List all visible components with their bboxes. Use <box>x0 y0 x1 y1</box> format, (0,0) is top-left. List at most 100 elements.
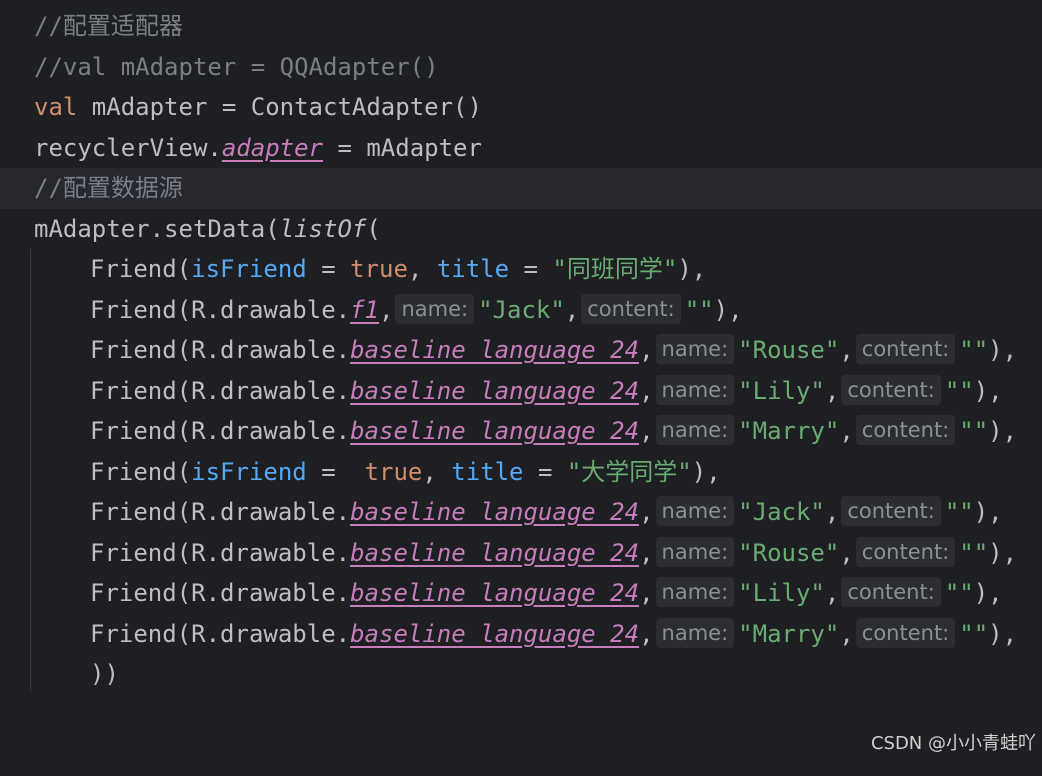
param-hint-content: content: <box>841 374 941 405</box>
separator: , <box>824 498 840 526</box>
constructor: Friend(R.drawable. <box>90 417 351 445</box>
string-literal: "Marry" <box>738 417 840 445</box>
closing-parens: )) <box>90 660 119 688</box>
drawable-resource[interactable]: f1 <box>350 296 379 324</box>
code-line[interactable]: Friend(R.drawable.baseline_language_24, n… <box>0 411 1042 452</box>
constructor: Friend( <box>90 457 192 486</box>
constructor: Friend(R.drawable. <box>90 498 351 526</box>
separator: , <box>639 336 654 364</box>
param-hint-name: name: <box>655 374 735 405</box>
code-text: Friend(R.drawable.baseline_language_24, n… <box>90 411 1017 452</box>
comment: //配置适配器 <box>34 12 183 40</box>
param-hint-content: content: <box>855 415 956 445</box>
code-text: Friend(isFriend = true, title = "同班同学"), <box>90 249 706 290</box>
keyword: val <box>34 93 78 121</box>
separator: , <box>639 619 654 648</box>
drawable-resource[interactable]: baseline_language_24 <box>350 377 639 405</box>
param-hint-name: name: <box>655 617 735 648</box>
constructor: Friend( <box>90 255 192 283</box>
drawable-resource[interactable]: baseline_language_24 <box>350 620 639 648</box>
code-text: Friend(R.drawable.baseline_language_24, n… <box>90 573 1003 614</box>
code-line[interactable]: Friend(R.drawable.baseline_language_24, n… <box>0 492 1042 533</box>
separator: , <box>564 295 580 324</box>
separator: , <box>639 538 654 567</box>
param-hint-content: content: <box>855 536 956 567</box>
code-text: recyclerView.adapter = mAdapter <box>34 128 482 169</box>
constructor: Friend(R.drawable. <box>90 336 351 364</box>
comment: //val mAdapter = QQAdapter() <box>34 53 439 81</box>
drawable-resource[interactable]: baseline_language_24 <box>350 498 639 526</box>
string-literal: "Jack" <box>478 295 565 324</box>
constructor: Friend(R.drawable. <box>90 376 351 405</box>
string-literal: "Rouse" <box>738 336 840 364</box>
string-literal: "" <box>684 295 714 324</box>
code-text: Friend(R.drawable.baseline_language_24, n… <box>90 614 1017 655</box>
string-literal: "" <box>959 538 989 567</box>
receiver: recyclerView. <box>34 134 222 162</box>
code-line[interactable]: Friend(isFriend = true, title = "同班同学"), <box>0 249 1042 290</box>
code-line[interactable]: Friend(R.drawable.baseline_language_24, n… <box>0 614 1042 655</box>
param-hint-content: content: <box>841 496 941 526</box>
code-line[interactable]: //配置适配器 <box>0 6 1042 47</box>
separator: , <box>839 417 854 445</box>
watermark: CSDN @小小青蛙吖 <box>870 733 1036 754</box>
code-line[interactable]: recyclerView.adapter = mAdapter <box>0 128 1042 169</box>
code-line[interactable]: Friend(R.drawable.baseline_language_24, n… <box>0 371 1042 412</box>
string-literal: "" <box>944 579 974 607</box>
code-line[interactable]: //val mAdapter = QQAdapter() <box>0 47 1042 88</box>
param-hint-name: name: <box>395 293 475 324</box>
closing: ), <box>973 579 1003 607</box>
string-literal: "Jack" <box>738 498 825 526</box>
closing: ), <box>973 498 1003 526</box>
code-line[interactable]: Friend(isFriend = true, title = "大学同学"), <box>0 452 1042 493</box>
code-text: Friend(R.drawable.baseline_language_24, n… <box>90 330 1017 371</box>
operator: = <box>523 457 567 486</box>
operator: = <box>306 255 351 283</box>
closing: ), <box>988 417 1018 445</box>
param-hint-name: name: <box>655 415 735 445</box>
string-literal: "" <box>959 417 989 445</box>
operator: = <box>509 255 553 283</box>
separator: , <box>379 295 394 324</box>
operator: = <box>306 457 365 486</box>
code-text: mAdapter.setData(listOf( <box>34 209 381 250</box>
string-literal: "" <box>959 336 989 364</box>
boolean-literal: true <box>364 457 423 486</box>
code-editor[interactable]: //配置适配器 //val mAdapter = QQAdapter() val… <box>0 0 1042 763</box>
code-text: Friend(R.drawable.f1, name: "Jack", content… <box>90 290 743 331</box>
function-listof[interactable]: listOf <box>280 215 367 243</box>
code-line[interactable]: val mAdapter = ContactAdapter() <box>0 87 1042 128</box>
code-line[interactable]: Friend(R.drawable.baseline_language_24, n… <box>0 573 1042 614</box>
code-line[interactable]: Friend(R.drawable.f1, name: "Jack", content… <box>0 290 1042 331</box>
comment: //配置数据源 <box>34 174 183 202</box>
separator: , <box>824 376 840 405</box>
code-text: Friend(R.drawable.baseline_language_24, n… <box>90 371 1003 412</box>
code-rest: mAdapter = ContactAdapter() <box>77 93 482 121</box>
separator: , <box>639 376 654 405</box>
param-hint-name: name: <box>655 536 735 567</box>
closing: ), <box>988 538 1018 567</box>
code-line[interactable]: Friend(R.drawable.baseline_language_24, n… <box>0 330 1042 371</box>
boolean-literal: true <box>350 255 408 283</box>
drawable-resource[interactable]: baseline_language_24 <box>350 579 639 607</box>
string-literal: "同班同学" <box>552 255 678 283</box>
separator: , <box>407 255 437 283</box>
param-hint-content: content: <box>841 577 941 607</box>
property-adapter[interactable]: adapter <box>222 134 323 162</box>
drawable-resource[interactable]: baseline_language_24 <box>350 336 639 364</box>
code-line[interactable]: )) <box>0 654 1042 695</box>
string-literal: "Rouse" <box>738 538 840 567</box>
closing: ), <box>677 255 707 283</box>
code-line[interactable]: Friend(R.drawable.baseline_language_24, n… <box>0 533 1042 574</box>
constructor: Friend(R.drawable. <box>90 619 351 648</box>
drawable-resource[interactable]: baseline_language_24 <box>350 539 639 567</box>
code-line-current[interactable]: //配置数据源 <box>0 168 1042 209</box>
closing: ), <box>691 457 721 486</box>
code-line[interactable]: mAdapter.setData(listOf( <box>0 209 1042 250</box>
code-text: Friend(R.drawable.baseline_language_24, n… <box>90 533 1017 574</box>
drawable-resource[interactable]: baseline_language_24 <box>350 417 639 445</box>
separator: , <box>639 579 654 607</box>
constructor: Friend(R.drawable. <box>90 538 351 567</box>
string-literal: "大学同学" <box>566 457 692 486</box>
separator: , <box>639 417 654 445</box>
